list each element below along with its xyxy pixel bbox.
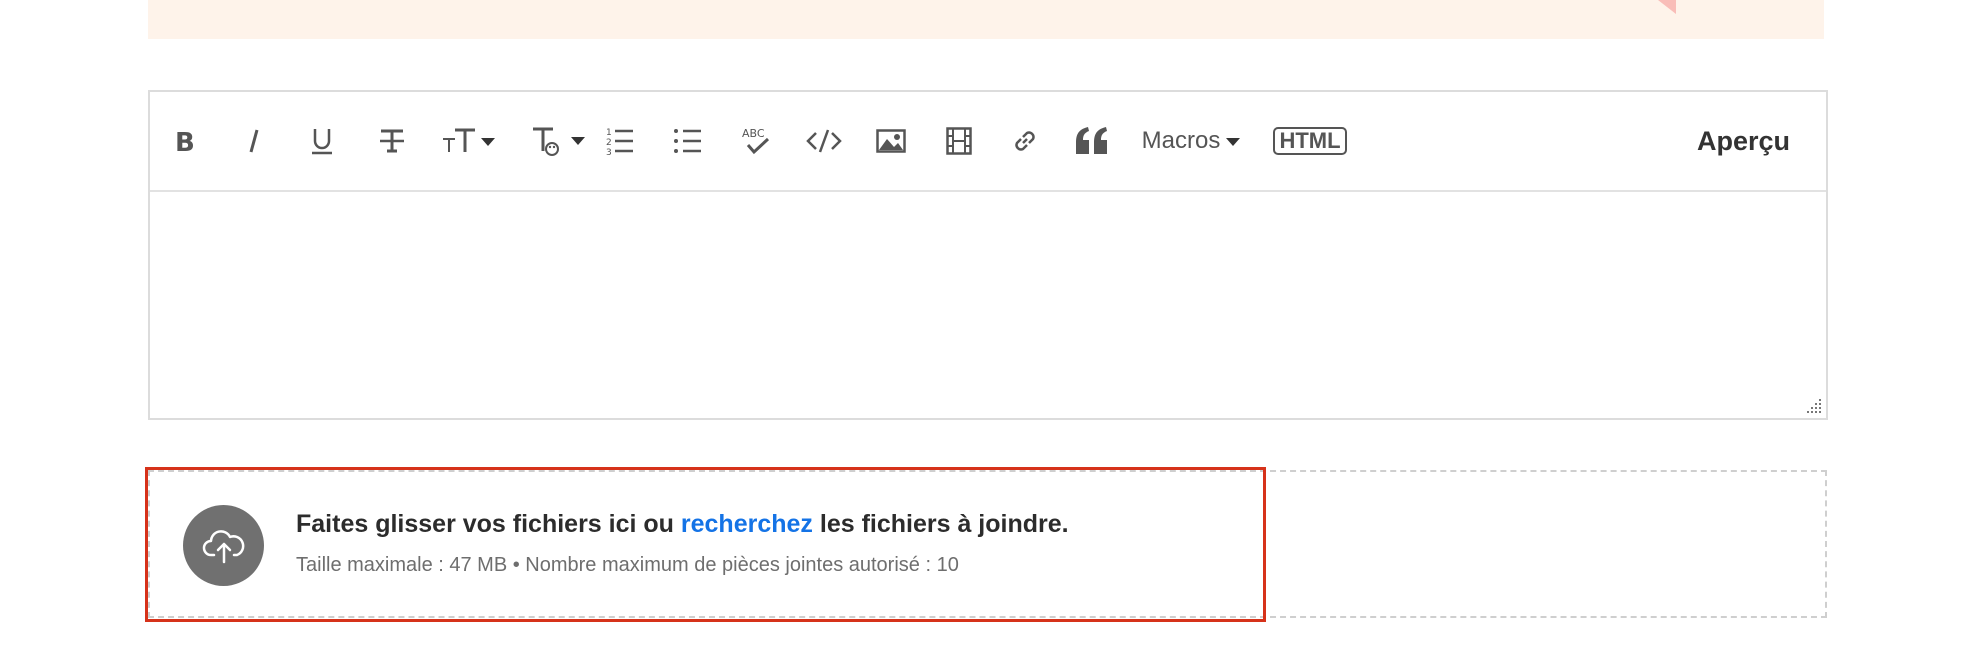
ordered-list-icon: 1 2 3 xyxy=(606,128,633,156)
quote-button[interactable] xyxy=(1070,116,1114,166)
link-icon xyxy=(1015,131,1035,151)
underline-button[interactable] xyxy=(304,116,340,166)
spellcheck-icon: ABC xyxy=(742,127,770,155)
macros-dropdown[interactable]: Macros xyxy=(1136,116,1246,166)
bullet-list-button[interactable] xyxy=(670,116,706,166)
upload-button[interactable] xyxy=(183,505,264,586)
link-button[interactable] xyxy=(1006,116,1044,166)
svg-text:1: 1 xyxy=(606,128,612,138)
code-button[interactable] xyxy=(804,116,844,166)
svg-text:3: 3 xyxy=(606,148,612,156)
image-icon xyxy=(876,129,906,153)
italic-icon xyxy=(249,129,259,153)
browse-link[interactable]: recherchez xyxy=(681,510,813,538)
upload-limits: Taille maximale : 47 MB • Nombre maximum… xyxy=(296,554,959,576)
spellcheck-label: ABC xyxy=(742,127,765,140)
banner-corner-accent xyxy=(1658,0,1676,14)
preview-button[interactable]: Aperçu xyxy=(1697,116,1790,166)
code-icon xyxy=(806,129,842,153)
font-size-icon xyxy=(443,128,495,152)
svg-text:2: 2 xyxy=(606,138,612,148)
bold-icon: B xyxy=(175,128,195,154)
font-style-button[interactable] xyxy=(528,116,588,166)
bullet-list-icon xyxy=(674,129,701,153)
html-label: HTML xyxy=(1273,127,1347,155)
macros-label: Macros xyxy=(1142,127,1241,155)
bold-button[interactable]: B xyxy=(166,116,202,166)
cloud-upload-icon xyxy=(202,529,244,563)
editor-text-area[interactable] xyxy=(150,192,1826,418)
upload-instructions: Faites glisser vos fichiers ici ou reche… xyxy=(296,510,1069,539)
strikethrough-icon xyxy=(380,129,404,153)
upload-text-after: les fichiers à joindre. xyxy=(812,510,1069,538)
image-button[interactable] xyxy=(872,116,910,166)
ordered-list-button[interactable]: 1 2 3 xyxy=(602,116,638,166)
rich-text-editor: B 1 2 3 ABC Macros HTML Aperçu xyxy=(148,90,1828,420)
film-icon xyxy=(946,127,972,155)
font-color-icon xyxy=(533,127,585,156)
notice-banner xyxy=(148,0,1824,39)
video-button[interactable] xyxy=(940,116,978,166)
html-button[interactable]: HTML xyxy=(1272,116,1348,166)
resize-grip-icon[interactable] xyxy=(1804,396,1822,414)
font-size-button[interactable] xyxy=(440,116,500,166)
strikethrough-button[interactable] xyxy=(372,116,412,166)
caret-down-icon xyxy=(1226,137,1241,146)
spellcheck-button[interactable]: ABC xyxy=(738,116,774,166)
highlight-frame xyxy=(145,467,1266,622)
quote-icon xyxy=(1076,127,1107,154)
underline-icon xyxy=(312,129,332,155)
upload-text-before: Faites glisser vos fichiers ici ou xyxy=(296,510,681,538)
editor-toolbar: B 1 2 3 ABC Macros HTML Aperçu xyxy=(150,92,1826,192)
italic-button[interactable] xyxy=(236,116,272,166)
svg-text:B: B xyxy=(175,128,195,154)
